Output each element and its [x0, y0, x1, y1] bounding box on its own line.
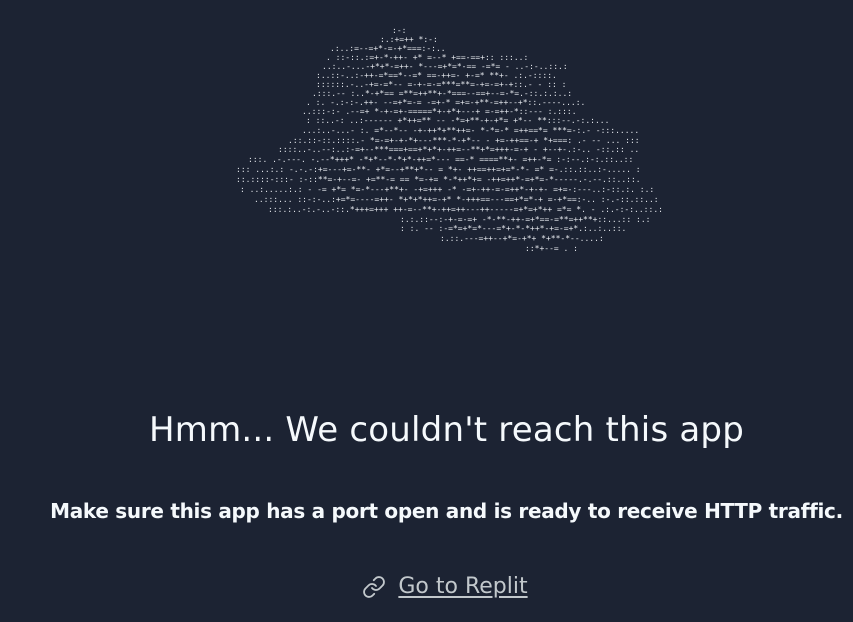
go-to-replit-label[interactable]: Go to Replit [398, 572, 527, 602]
ascii-art-row: ::: ...:.: -.-.-:+=---+=-**- +*=--+**+*-… [236, 165, 641, 174]
ascii-art-row: . :. -.:-:-.++- --=+*=-= -=+-* =+=-+**-=… [306, 98, 585, 107]
ascii-art-row: .::.::-::.::::.- *=-=+-+-*+---***-*-+*--… [288, 136, 640, 145]
ascii-art-row: ...:..-...- :. =*--*-- -+-++*+**++=- *-*… [302, 126, 639, 135]
ascii-art-row: :.::.---=++--+*=-+*+ *+**-*--....: [440, 234, 604, 243]
error-heading: Hmm... We couldn't reach this app [149, 410, 744, 450]
ascii-art-row: . ::-::.:=+-*-++- +* =--* +==-==+:: :::.… [326, 53, 528, 62]
ascii-art-row: ..:..-...-+*+*-=++- *---=+*=*-== -=*= - … [322, 62, 568, 71]
ascii-art-row: ..:::-:- .--=+ *-+-=+-=====*+-+*+---+ =-… [302, 107, 577, 116]
error-message: Make sure this app has a port open and i… [50, 499, 843, 523]
ascii-art-row: ::::::.-..-+=-=*-- =-+-=-=***=**=-+=-=+-… [316, 80, 566, 89]
ascii-art-row: :::. .-.---. -.--*+++* -*+*--*-*+*-++=*-… [248, 155, 633, 164]
ascii-art-row: ::*+--= . : [525, 244, 578, 253]
link-icon [362, 575, 386, 599]
go-to-replit-link[interactable]: Go to Replit [0, 572, 853, 602]
ascii-art-row: :.:.::--:-+-=-=+ -*-**-++-=+*==-=**=++**… [400, 215, 650, 224]
ascii-art-row: : ..:.....:.: - -= +*= *=-*---+**+- -+=+… [240, 185, 654, 194]
ascii-art-row: ::::..-..--:..:-=+--***===+==+*+*+-++=--… [278, 145, 639, 154]
ascii-art-row: :::.:..-:.-..-::.*+++=+++ ++-=--**+-++=+… [268, 205, 663, 214]
ascii-art-row: : ::..-: ..:------ +*++=** -- -*=+**-+-+… [306, 116, 609, 125]
ascii-art-row: : :. -- :-=*=+*=*---=*+-*-*++*-+=-=+*.:.… [400, 224, 626, 233]
ascii-art-row: :.:+=++ *:-: [380, 35, 438, 44]
ascii-cloud-illustration: :-::.:+=++ *:-:.:..:=--=+*-=-+*===:-:...… [236, 28, 663, 253]
ascii-art-row: .:..:=--=+*-=-+*===:-:.. [330, 44, 446, 53]
ascii-art-row: :-: [392, 28, 406, 35]
ascii-art-row: .:::.-- :..*-+*== =**=++**+-*===--==+--=… [312, 89, 572, 98]
ascii-art-row: ::.::::-:::- :-::**=-+--=- +=**-= == *=-… [236, 175, 641, 184]
ascii-art-row: ..:::... ::-:-..:+=*=----=++- *+*+*++=-+… [254, 195, 659, 204]
ascii-art-row: :..::-..:-++-=*==*--=* ==-++=- +-=* **+-… [316, 71, 557, 80]
